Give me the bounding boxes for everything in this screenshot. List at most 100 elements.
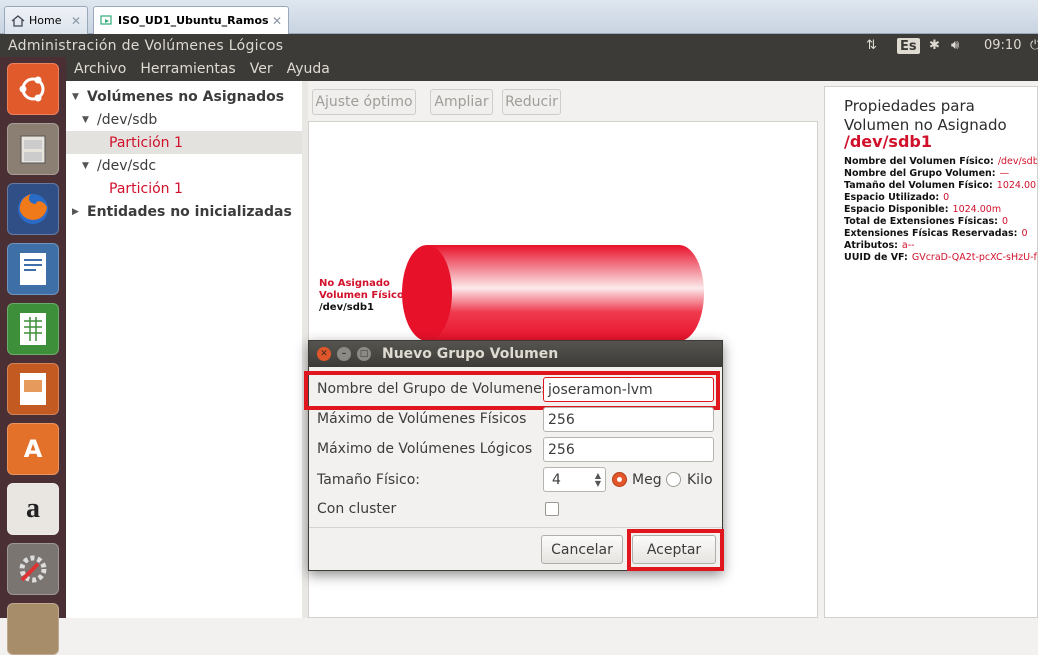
property-row: UUID de VF: GVcraD-QA2t-pcXC-sHzU-f <box>844 252 1037 263</box>
calc-icon[interactable] <box>7 303 59 355</box>
property-row: Atributos: a-- <box>844 240 915 251</box>
radio-kilo[interactable] <box>666 472 681 487</box>
property-value: — <box>999 168 1010 179</box>
cluster-label: Con cluster <box>317 501 397 517</box>
property-key: Tamaño del Volumen Físico: <box>844 180 993 191</box>
radio-meg[interactable] <box>612 472 627 487</box>
system-settings-icon[interactable] <box>7 543 59 595</box>
menu-herramientas[interactable]: Herramientas <box>140 61 235 77</box>
vm-icon <box>100 14 114 27</box>
extent-size-spinner[interactable]: 4 ▲ ▼ <box>543 467 606 492</box>
ubuntu-dash-icon[interactable] <box>7 63 59 115</box>
property-row: Nombre del Volumen Físico:/dev/sdb1 <box>844 156 1037 167</box>
vg-name-input[interactable]: joseramon-lvm <box>543 377 714 402</box>
properties-device: /dev/sdb1 <box>844 132 932 151</box>
cylinder-label: No Asignado Volumen Físico /dev/sdb1 <box>319 278 404 314</box>
spinner-arrows-icon[interactable]: ▲ ▼ <box>595 471 601 488</box>
cylinder-label-line: No Asignado <box>319 278 390 289</box>
dialog-titlebar[interactable]: ✕ – □ Nuevo Grupo Volumen <box>309 341 722 367</box>
expand-arrow-icon[interactable]: ▶ <box>72 207 84 217</box>
close-icon[interactable]: ✕ <box>317 347 331 361</box>
software-center-icon[interactable]: A <box>7 423 59 475</box>
radio-kilo-label[interactable]: Kilo <box>687 472 713 488</box>
tab-home-label: Home <box>29 14 62 27</box>
dialog-title: Nuevo Grupo Volumen <box>382 346 559 362</box>
bluetooth-icon[interactable]: ✱ <box>929 34 940 57</box>
physical-volume-cylinder[interactable] <box>399 242 709 352</box>
menu-bar: Archivo Herramientas Ver Ayuda <box>66 57 1038 81</box>
extent-size-value: 4 <box>552 471 561 488</box>
cylinder-label-line: /dev/sdb1 <box>319 302 374 313</box>
property-value: 1024.00m <box>952 204 1002 215</box>
tree-item-uninitialized[interactable]: ▶ Entidades no inicializadas <box>72 200 308 223</box>
archive-icon[interactable] <box>7 603 59 655</box>
tab-home[interactable]: Home ✕ <box>4 6 88 34</box>
close-icon[interactable]: ✕ <box>71 14 81 28</box>
max-lv-input[interactable]: 256 <box>543 437 714 462</box>
tree-label: /dev/sdc <box>97 157 157 174</box>
property-row: Tamaño del Volumen Físico:1024.00m <box>844 180 1037 191</box>
home-icon <box>11 14 25 27</box>
properties-title: Propiedades para Volumen no Asignado <box>844 97 1007 134</box>
vg-name-label: Nombre del Grupo de Volumenes <box>317 381 550 397</box>
launcher: A a <box>0 57 66 655</box>
network-icon[interactable]: ⇅ <box>866 34 877 57</box>
maximize-icon[interactable]: □ <box>357 347 371 361</box>
radio-meg-label[interactable]: Meg <box>632 472 662 488</box>
tree-item-sdb-partition[interactable]: Partición 1 <box>66 131 302 154</box>
keyboard-layout-indicator[interactable]: Es <box>897 38 920 54</box>
tree-label: Partición 1 <box>109 134 183 151</box>
menu-ayuda[interactable]: Ayuda <box>287 61 330 77</box>
file-cabinet-icon[interactable] <box>7 123 59 175</box>
property-row: Total de Extensiones Físicas: 0 <box>844 216 1008 227</box>
toolbar: Ajuste óptimo Ampliar Reducir <box>308 85 818 117</box>
power-icon[interactable]: ⏻ <box>1030 34 1038 57</box>
close-icon[interactable]: ✕ <box>272 14 282 28</box>
cancel-button[interactable]: Cancelar <box>541 535 623 564</box>
property-row: Espacio Disponible: 1024.00m <box>844 204 1001 215</box>
accept-button[interactable]: Aceptar <box>632 535 716 564</box>
zoom-out-button[interactable]: Reducir <box>502 89 561 115</box>
menu-archivo[interactable]: Archivo <box>74 61 126 77</box>
window-title: Administración de Volúmenes Lógicos <box>8 37 284 54</box>
tree-item-sdb[interactable]: ▼ /dev/sdb <box>66 108 302 131</box>
max-lv-label: Máximo de Volúmenes Lógicos <box>317 441 533 457</box>
minimize-icon[interactable]: – <box>337 347 351 361</box>
property-value: a-- <box>901 240 915 251</box>
new-volume-group-dialog: ✕ – □ Nuevo Grupo Volumen Nombre del Gru… <box>304 340 724 571</box>
property-key: UUID de VF: <box>844 252 908 263</box>
volume-icon[interactable]: 🔊︎ <box>951 34 959 57</box>
property-value: /dev/sdb1 <box>997 156 1037 167</box>
radio-dot-icon <box>617 477 622 482</box>
property-row: Nombre del Grupo Volumen: — <box>844 168 1009 179</box>
tree-item-unassigned[interactable]: ▼ Volúmenes no Asignados <box>72 85 308 108</box>
expand-arrow-icon[interactable]: ▼ <box>72 92 84 102</box>
expand-arrow-icon[interactable]: ▼ <box>82 161 94 171</box>
property-key: Nombre del Grupo Volumen: <box>844 168 996 179</box>
tree-item-sdc[interactable]: ▼ /dev/sdc <box>66 154 302 177</box>
zoom-in-button[interactable]: Ampliar <box>430 89 493 115</box>
property-value: 0 <box>1001 216 1008 227</box>
property-key: Nombre del Volumen Físico: <box>844 156 994 167</box>
property-key: Extensiones Físicas Reservadas: <box>844 228 1018 239</box>
tree-item-sdc-partition[interactable]: Partición 1 <box>66 177 302 200</box>
tab-vm[interactable]: ISO_UD1_Ubuntu_Ramos ✕ <box>93 6 289 34</box>
top-panel: Administración de Volúmenes Lógicos ⇅ Es… <box>0 34 1038 57</box>
max-pv-input[interactable]: 256 <box>543 407 714 432</box>
tree-label: Entidades no inicializadas <box>87 203 292 220</box>
cluster-checkbox[interactable] <box>545 502 559 516</box>
amazon-icon[interactable]: a <box>7 483 59 535</box>
writer-icon[interactable] <box>7 243 59 295</box>
expand-arrow-icon[interactable]: ▼ <box>82 115 94 125</box>
clock[interactable]: 09:10 <box>984 34 1021 57</box>
volume-tree: ▼ Volúmenes no Asignados ▼ /dev/sdb Part… <box>66 81 302 618</box>
firefox-icon[interactable] <box>7 183 59 235</box>
dialog-divider <box>309 527 722 528</box>
property-value: 0 <box>943 192 950 203</box>
menu-ver[interactable]: Ver <box>250 61 273 77</box>
property-value: 1024.00m <box>996 180 1037 191</box>
max-pv-label: Máximo de Volúmenes Físicos <box>317 411 527 427</box>
fit-button[interactable]: Ajuste óptimo <box>312 89 416 115</box>
impress-icon[interactable] <box>7 363 59 415</box>
cylinder-label-line: Volumen Físico <box>319 290 404 301</box>
